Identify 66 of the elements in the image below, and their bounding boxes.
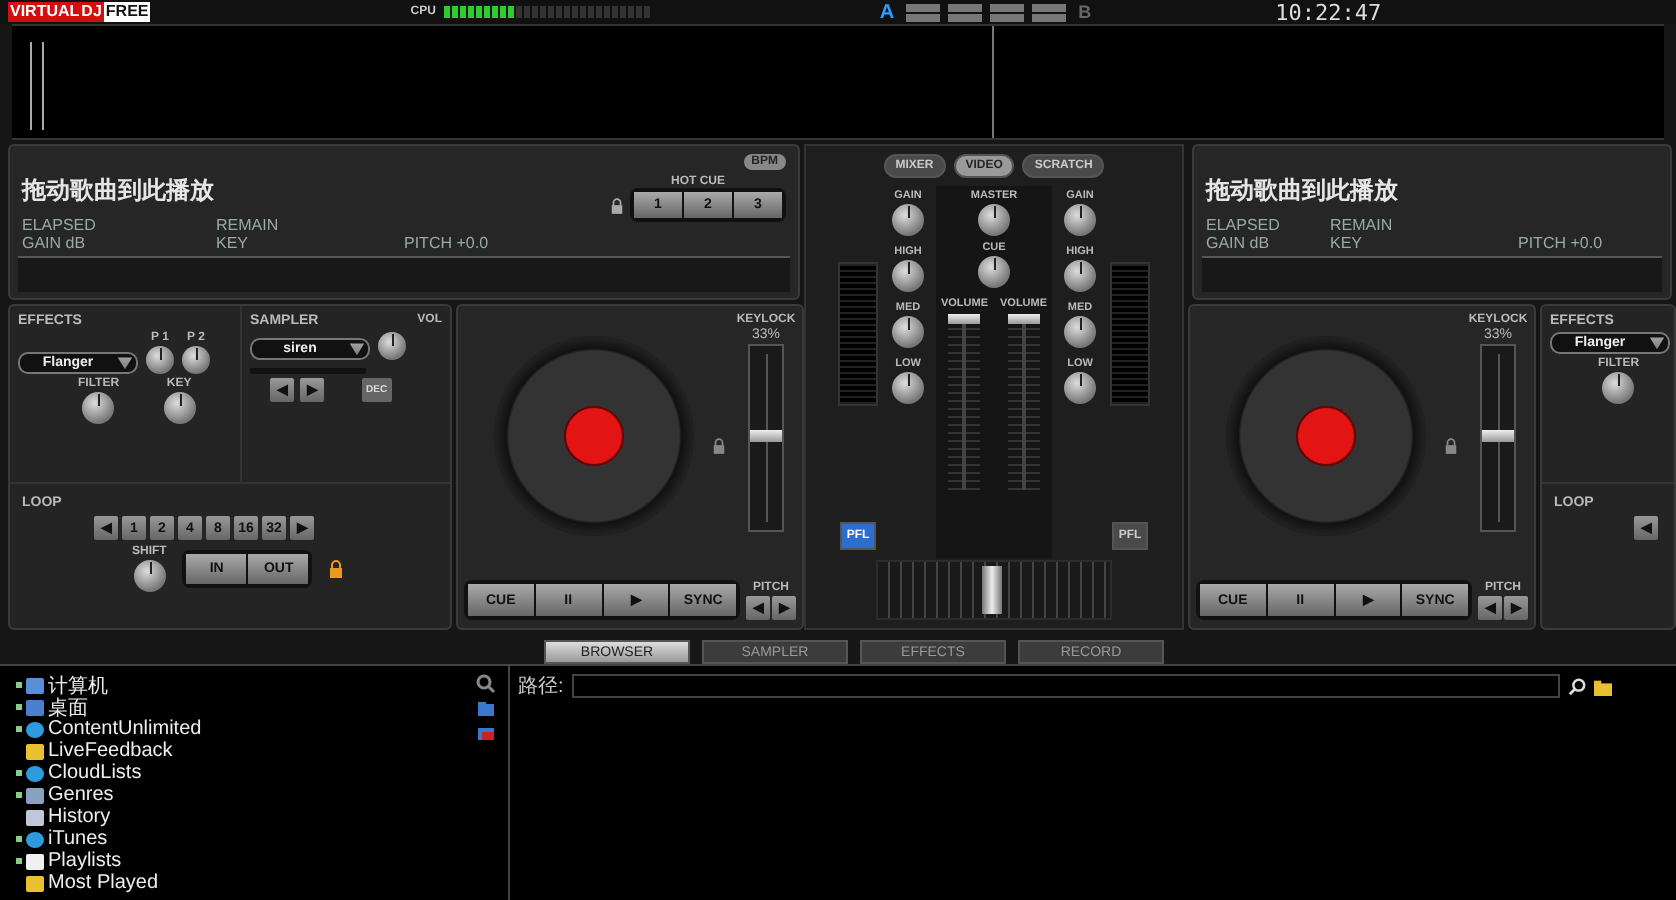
knob[interactable] (892, 260, 924, 292)
knob[interactable] (892, 316, 924, 348)
search-icon[interactable] (1567, 677, 1586, 695)
key-label: KEY (1330, 234, 1365, 252)
knob[interactable] (146, 346, 174, 374)
tree-item[interactable]: Genres (48, 784, 114, 806)
elapsed-label: ELAPSED (1206, 216, 1282, 234)
lock-icon[interactable] (328, 560, 345, 578)
folder-add-icon[interactable] (476, 698, 496, 718)
volume-knob[interactable] (378, 332, 406, 360)
pitch-slider-thumb[interactable] (750, 430, 782, 442)
knob[interactable] (1064, 260, 1096, 292)
cue-knob[interactable] (978, 256, 1010, 288)
folder-remove-icon[interactable] (476, 722, 496, 742)
tree-item[interactable]: 桌面 (48, 693, 88, 721)
elapsed-label: ELAPSED (22, 216, 98, 234)
key-knob[interactable] (163, 392, 196, 424)
tree-item[interactable]: CloudLists (48, 762, 142, 784)
lock-icon[interactable] (1444, 438, 1458, 454)
pitch-slider[interactable] (748, 344, 784, 532)
track-title: 拖动歌曲到此播放 (22, 174, 216, 208)
pitch-slider-thumb[interactable] (1482, 430, 1514, 442)
remain-label: REMAIN (1330, 216, 1395, 234)
tree-item[interactable]: ContentUnlimited (48, 718, 202, 740)
filter-knob[interactable] (82, 392, 115, 424)
remain-label: REMAIN (216, 216, 281, 234)
filter-knob[interactable] (1602, 372, 1635, 404)
path-field[interactable] (571, 674, 1560, 698)
tree-item[interactable]: 计算机 (48, 671, 108, 699)
logo-text: DJ (81, 2, 104, 22)
vu-meter (1110, 262, 1150, 406)
knob[interactable] (892, 204, 924, 236)
gain-label: GAIN dB (22, 234, 88, 252)
logo-text: VIRTUAL (8, 2, 82, 22)
volume-fader-thumb[interactable] (948, 314, 981, 324)
crossfader[interactable] (876, 560, 1112, 620)
tree-item[interactable]: History (48, 806, 111, 828)
deck-a-label: A (879, 1, 895, 23)
deck-b-label: B (1078, 2, 1092, 22)
lock-icon[interactable] (610, 197, 624, 213)
magnifier-icon[interactable] (476, 674, 496, 694)
pitch-readout: PITCH +0.0 (1518, 234, 1603, 252)
track-title: 拖动歌曲到此播放 (1206, 174, 1400, 208)
gain-label: GAIN dB (1206, 234, 1272, 252)
tree-item[interactable]: Playlists (48, 850, 122, 872)
path-label: 路径: (518, 674, 564, 700)
lock-icon[interactable] (712, 438, 726, 454)
knob[interactable] (1064, 372, 1096, 404)
pitch-slider[interactable] (1480, 344, 1516, 532)
crossfader-thumb[interactable] (982, 566, 1002, 614)
shift-knob[interactable] (133, 560, 166, 592)
vu-meter (838, 262, 878, 406)
knob[interactable] (892, 372, 924, 404)
knob[interactable] (1064, 316, 1096, 348)
playhead-marker (30, 42, 44, 130)
knob[interactable] (182, 346, 210, 374)
tree-item[interactable]: Most Played (48, 872, 159, 894)
tree-item[interactable]: iTunes (48, 828, 108, 850)
clock: 10:22:47 (1275, 0, 1382, 25)
logo-text: FREE (103, 2, 151, 22)
key-label: KEY (216, 234, 251, 252)
volume-fader-thumb[interactable] (1007, 314, 1040, 324)
knob[interactable] (1064, 204, 1096, 236)
pitch-readout: PITCH +0.0 (404, 234, 489, 252)
master-knob[interactable] (977, 204, 1010, 236)
tree-item[interactable]: LiveFeedback (48, 740, 173, 762)
